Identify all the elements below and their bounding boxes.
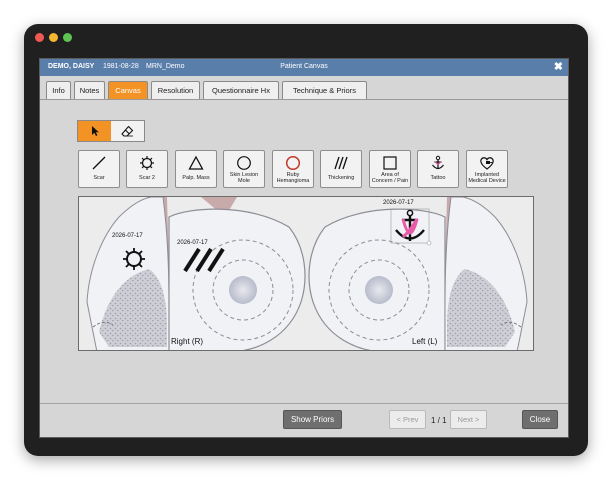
show-priors-button[interactable]: Show Priors <box>283 410 342 429</box>
tool-label: Scar 2 <box>139 175 155 181</box>
dialog-title: Patient Canvas <box>280 63 328 70</box>
breast-canvas[interactable]: 2026-07-17 2026-07-17 2026-07-17 Right (… <box>78 196 534 351</box>
pointer-icon <box>91 126 99 136</box>
right-side-label: Right (R) <box>171 337 204 346</box>
tab-questionnaire-hx[interactable]: Questionnaire Hx <box>203 81 279 99</box>
tattoo-date-label: 2026-07-17 <box>383 200 414 206</box>
close-button[interactable]: Close <box>522 410 558 429</box>
scar2-date-label: 2026-07-17 <box>112 233 143 239</box>
page-indicator: 1 / 1 <box>431 416 447 425</box>
maximize-window-dot[interactable] <box>63 33 72 42</box>
next-page-button[interactable]: Next > <box>450 410 487 429</box>
tool-label: Palp. Mass <box>182 175 210 181</box>
tool-skin-lesion-button[interactable]: Skin Lesion Mole <box>223 150 265 188</box>
tab-canvas[interactable]: Canvas <box>108 81 148 99</box>
tool-label: Ruby Hemangioma <box>276 172 310 184</box>
tool-tattoo-button[interactable]: Tattoo <box>417 150 459 188</box>
eraser-icon <box>121 125 134 137</box>
left-cc-view <box>308 208 446 350</box>
pointer-mode-button[interactable] <box>78 121 111 141</box>
implant-icon <box>480 157 494 170</box>
scar2-icon <box>140 156 154 170</box>
tool-label: Area of Concern / Pain <box>371 172 409 184</box>
tab-technique-priors[interactable]: Technique & Priors <box>282 81 367 99</box>
app-window-frame: DEMO, DAISY 1981-08-28 MRN_Demo Patient … <box>24 24 588 456</box>
eraser-mode-button[interactable] <box>111 121 144 141</box>
mode-toggle <box>77 120 145 142</box>
triangle-icon <box>188 155 204 170</box>
tool-label: Thickening <box>327 175 355 181</box>
tool-palp-mass-button[interactable]: Palp. Mass <box>175 150 217 188</box>
tool-label: Tattoo <box>430 175 446 181</box>
tool-scar-button[interactable]: Scar <box>78 150 120 188</box>
circle-icon <box>237 156 251 170</box>
scar-line-icon <box>92 156 106 170</box>
left-side-label: Left (L) <box>412 337 438 346</box>
tool-thickening-button[interactable]: Thickening <box>320 150 362 188</box>
tool-scar2-button[interactable]: Scar 2 <box>126 150 168 188</box>
tool-label: Implanted Medical Device <box>468 172 506 184</box>
square-icon <box>383 156 397 170</box>
thickening-date-label: 2026-07-17 <box>177 240 208 246</box>
prev-page-button[interactable]: < Prev <box>389 410 426 429</box>
tool-label: Scar <box>93 175 105 181</box>
tool-label: Skin Lesion Mole <box>229 172 259 184</box>
anchor-icon <box>432 155 444 170</box>
tab-info[interactable]: Info <box>46 81 71 99</box>
patient-canvas-dialog: DEMO, DAISY 1981-08-28 MRN_Demo Patient … <box>39 58 569 438</box>
tool-ruby-hemangioma-button[interactable]: Ruby Hemangioma <box>272 150 314 188</box>
tool-area-of-concern-button[interactable]: Area of Concern / Pain <box>369 150 411 188</box>
tab-notes[interactable]: Notes <box>74 81 105 99</box>
hatch-icon <box>334 156 348 170</box>
tab-divider <box>40 99 568 100</box>
minimize-window-dot[interactable] <box>49 33 58 42</box>
close-window-dot[interactable] <box>35 33 44 42</box>
tab-resolution[interactable]: Resolution <box>151 81 200 99</box>
dialog-titlebar: DEMO, DAISY 1981-08-28 MRN_Demo Patient … <box>40 59 568 76</box>
close-icon[interactable]: ✖ <box>554 60 563 73</box>
red-circle-icon <box>285 155 301 171</box>
tool-implant-button[interactable]: Implanted Medical Device <box>466 150 508 188</box>
footer-divider <box>40 403 568 404</box>
breast-diagram <box>79 197 533 350</box>
